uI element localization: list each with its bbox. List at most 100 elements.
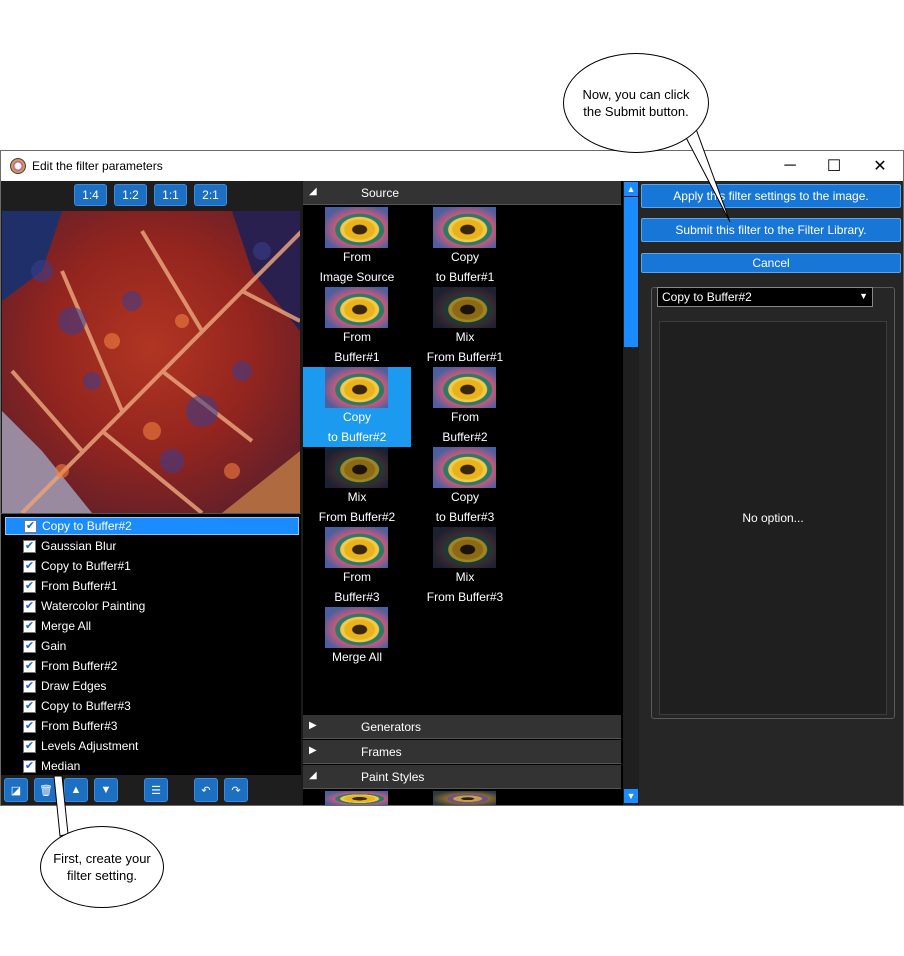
- expand-arrow-icon: ▶: [309, 720, 317, 731]
- source-filter-item[interactable]: From Image Source: [303, 207, 411, 287]
- window-title: Edit the filter parameters: [32, 159, 163, 173]
- source-filter-label-line1: Copy: [450, 250, 479, 264]
- filter-thumbnail: [433, 207, 496, 248]
- new-icon[interactable]: ◪: [4, 778, 28, 802]
- menu-icon[interactable]: ☰: [144, 778, 168, 802]
- filter-list-item[interactable]: ✔ Watercolor Painting: [5, 597, 299, 615]
- delete-icon[interactable]: 🗑: [34, 778, 58, 802]
- filter-thumbnail: [325, 287, 388, 328]
- filter-list-item[interactable]: ✔ Gaussian Blur: [5, 537, 299, 555]
- submit-button[interactable]: Submit this filter to the Filter Library…: [641, 218, 901, 242]
- source-filter-item[interactable]: From Buffer#2: [411, 367, 519, 447]
- title-bar: Edit the filter parameters ─ ☐ ✕: [1, 151, 903, 181]
- options-area: No option...: [659, 321, 887, 715]
- filter-list-item[interactable]: ✔ Copy to Buffer#1: [5, 557, 299, 575]
- undo-icon[interactable]: ↶: [194, 778, 218, 802]
- source-filter-label-line1: Merge All: [331, 650, 383, 664]
- filter-list-item[interactable]: ✔ Median: [5, 757, 299, 775]
- preview-image[interactable]: [2, 211, 300, 513]
- filter-thumbnail: [325, 447, 388, 488]
- filter-list-item[interactable]: ✔ From Buffer#2: [5, 657, 299, 675]
- filter-list-item[interactable]: ✔ From Buffer#1: [5, 577, 299, 595]
- filter-list-item[interactable]: ✔ Copy to Buffer#2: [5, 517, 299, 535]
- app-icon: [10, 158, 26, 174]
- source-filter-item[interactable]: Merge All: [303, 607, 411, 687]
- paint-style-thumbnail[interactable]: [433, 791, 496, 805]
- filter-list-item[interactable]: ✔ Draw Edges: [5, 677, 299, 695]
- category-frames-label: Frames: [361, 745, 402, 759]
- enable-checkbox[interactable]: ✔: [23, 679, 36, 693]
- filter-list-item-label: Copy to Buffer#2: [42, 519, 132, 533]
- scroll-down-icon[interactable]: ▼: [624, 789, 638, 803]
- source-filter-label-line2: to Buffer#2: [327, 430, 387, 444]
- source-filter-item[interactable]: From Buffer#1: [303, 287, 411, 367]
- enable-checkbox[interactable]: ✔: [23, 699, 36, 713]
- zoom-1-1-button[interactable]: 1:1: [154, 184, 187, 206]
- category-generators[interactable]: ▶ Generators: [303, 715, 621, 739]
- top-callout-line2: the Submit button.: [583, 104, 689, 119]
- filter-thumbnail: [433, 287, 496, 328]
- filter-list-item-label: Levels Adjustment: [41, 739, 139, 753]
- source-filter-label-line2: Buffer#2: [442, 430, 488, 444]
- category-source[interactable]: ◢ Source: [303, 181, 621, 205]
- filter-list-item-label: Copy to Buffer#3: [41, 699, 131, 713]
- category-generators-label: Generators: [361, 720, 422, 734]
- enable-checkbox[interactable]: ✔: [23, 619, 36, 633]
- filter-list-item[interactable]: ✔ From Buffer#3: [5, 717, 299, 735]
- source-filter-label-line1: From: [343, 330, 371, 344]
- enable-checkbox[interactable]: ✔: [23, 579, 36, 593]
- filter-list-item[interactable]: ✔ Copy to Buffer#3: [5, 697, 299, 715]
- category-source-label: Source: [361, 186, 400, 200]
- enable-checkbox[interactable]: ✔: [23, 739, 36, 753]
- source-filter-item[interactable]: Copy to Buffer#2: [303, 367, 411, 447]
- enable-checkbox[interactable]: ✔: [23, 659, 36, 673]
- filter-thumbnail: [433, 447, 496, 488]
- filter-list: ✔ Copy to Buffer#2 ✔ Gaussian Blur ✔ Copy to …: [1, 513, 301, 775]
- paint-style-thumbnail[interactable]: [325, 791, 388, 805]
- source-filter-item[interactable]: From Buffer#3: [303, 527, 411, 607]
- scrollbar-thumb[interactable]: [624, 197, 638, 347]
- enable-checkbox[interactable]: ✔: [23, 719, 36, 733]
- enable-checkbox[interactable]: ✔: [23, 559, 36, 573]
- category-paint-styles[interactable]: ◢ Paint Styles: [303, 765, 621, 789]
- enable-checkbox[interactable]: ✔: [24, 519, 37, 533]
- catalog-scrollbar[interactable]: ▲ ▼: [623, 181, 639, 805]
- category-frames[interactable]: ▶ Frames: [303, 740, 621, 764]
- source-filter-item[interactable]: Copy to Buffer#3: [411, 447, 519, 527]
- close-button[interactable]: ✕: [857, 151, 903, 181]
- move-up-icon[interactable]: ▲: [64, 778, 88, 802]
- scroll-up-icon[interactable]: ▲: [624, 182, 638, 196]
- enable-checkbox[interactable]: ✔: [23, 639, 36, 653]
- minimize-button[interactable]: ─: [767, 151, 813, 181]
- enable-checkbox[interactable]: ✔: [23, 599, 36, 613]
- filter-list-toolbar: ◪ 🗑 ▲ ▼ ☰ ↶ ↷: [1, 775, 301, 805]
- collapse-arrow-icon: ◢: [309, 186, 317, 197]
- zoom-1-4-button[interactable]: 1:4: [74, 184, 107, 206]
- move-down-icon[interactable]: ▼: [94, 778, 118, 802]
- filter-select[interactable]: Copy to Buffer#2 ▼: [657, 287, 873, 307]
- filter-editor-window: Edit the filter parameters ─ ☐ ✕ 1:4 1:2…: [0, 150, 904, 806]
- zoom-toolbar: 1:4 1:2 1:1 2:1: [1, 181, 301, 211]
- cancel-button[interactable]: Cancel: [641, 253, 901, 273]
- source-filter-item[interactable]: Mix From Buffer#2: [303, 447, 411, 527]
- enable-checkbox[interactable]: ✔: [23, 759, 36, 773]
- filter-list-item-label: Gaussian Blur: [41, 539, 117, 553]
- enable-checkbox[interactable]: ✔: [23, 539, 36, 553]
- filter-list-item[interactable]: ✔ Levels Adjustment: [5, 737, 299, 755]
- zoom-2-1-button[interactable]: 2:1: [194, 184, 227, 206]
- filter-list-item-label: From Buffer#1: [41, 579, 118, 593]
- source-filter-item[interactable]: Mix From Buffer#1: [411, 287, 519, 367]
- apply-button[interactable]: Apply this filter settings to the image.: [641, 184, 901, 208]
- redo-icon[interactable]: ↷: [224, 778, 248, 802]
- bottom-callout-line2: filter setting.: [66, 868, 138, 883]
- source-filter-item[interactable]: Mix From Buffer#3: [411, 527, 519, 607]
- filter-thumbnail: [325, 607, 388, 648]
- zoom-1-2-button[interactable]: 1:2: [114, 184, 147, 206]
- action-panel: Apply this filter settings to the image.…: [639, 181, 903, 805]
- category-paint-styles-label: Paint Styles: [361, 770, 425, 784]
- filter-list-item[interactable]: ✔ Merge All: [5, 617, 299, 635]
- maximize-button[interactable]: ☐: [811, 151, 857, 181]
- filter-list-item[interactable]: ✔ Gain: [5, 637, 299, 655]
- source-filter-item[interactable]: Copy to Buffer#1: [411, 207, 519, 287]
- filter-thumbnail: [325, 207, 388, 248]
